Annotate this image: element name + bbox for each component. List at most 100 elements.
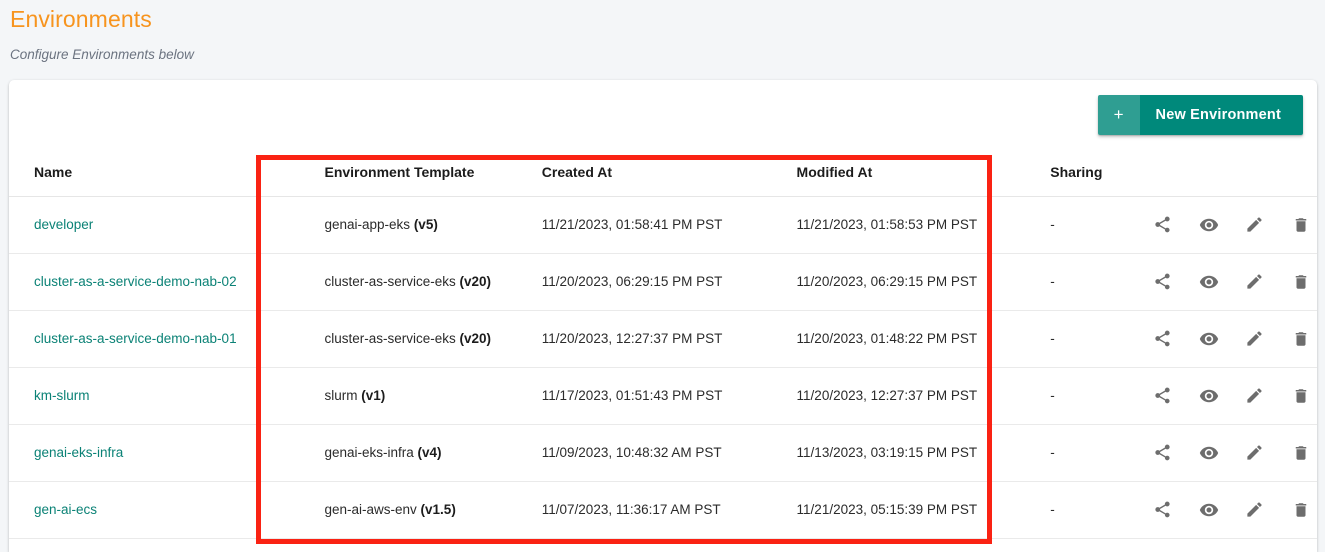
cell-actions: [1144, 196, 1317, 254]
template-version: (v5): [413, 217, 438, 232]
new-environment-button[interactable]: + New Environment: [1097, 95, 1303, 135]
cell-environment-template: genai-eks-infra (v4): [286, 424, 525, 482]
column-header-modified-at[interactable]: Modified At: [779, 148, 1034, 197]
table-row: developer genai-app-eks (v5) 11/21/2023, 0…: [9, 196, 1317, 254]
environment-link[interactable]: gen-ai-ecs: [34, 502, 97, 517]
trash-icon[interactable]: [1289, 327, 1313, 351]
cell-sharing: -: [1033, 310, 1145, 368]
cell-sharing: -: [1033, 481, 1145, 539]
cell-name: km-slurm: [9, 367, 287, 425]
new-environment-label: New Environment: [1139, 95, 1303, 135]
cell-created-at: 11/07/2023, 11:36:17 AM PST: [524, 481, 780, 539]
environment-link[interactable]: cluster-as-a-service-demo-nab-01: [34, 331, 237, 346]
table-toolbar: + New Environment: [9, 80, 1317, 148]
pencil-icon[interactable]: [1243, 213, 1267, 237]
trash-icon[interactable]: [1289, 270, 1313, 294]
cell-environment-template: cluster-as-service-eks (v20): [286, 253, 525, 311]
cell-name: developer: [9, 196, 287, 254]
pencil-icon[interactable]: [1243, 327, 1267, 351]
cell-modified-at: 11/20/2023, 06:29:15 PM PST: [779, 253, 1034, 311]
cell-created-at: 11/17/2023, 01:51:43 PM PST: [524, 367, 780, 425]
cell-actions: [1144, 424, 1317, 482]
cell-modified-at: 11/21/2023, 01:58:53 PM PST: [779, 196, 1034, 254]
cell-environment-template: cluster-as-service-eks (v20): [286, 310, 525, 368]
share-icon[interactable]: [1151, 327, 1175, 351]
environment-link[interactable]: developer: [34, 217, 93, 232]
template-name: genai-app-eks: [324, 217, 411, 232]
pencil-icon[interactable]: [1243, 498, 1267, 522]
plus-icon: +: [1097, 95, 1140, 135]
environments-table: Name Environment Template Created At Mod…: [9, 148, 1317, 539]
eye-icon[interactable]: [1197, 327, 1221, 351]
row-action-group: [1145, 327, 1317, 351]
template-name: genai-eks-infra: [324, 445, 414, 460]
cell-modified-at: 11/20/2023, 01:48:22 PM PST: [779, 310, 1034, 368]
eye-icon[interactable]: [1197, 213, 1221, 237]
column-header-actions: [1144, 148, 1317, 197]
cell-actions: [1144, 253, 1317, 311]
cell-modified-at: 11/13/2023, 03:19:15 PM PST: [779, 424, 1034, 482]
row-action-group: [1145, 213, 1317, 237]
eye-icon[interactable]: [1197, 384, 1221, 408]
eye-icon[interactable]: [1197, 498, 1221, 522]
cell-created-at: 11/20/2023, 12:27:37 PM PST: [524, 310, 780, 368]
cell-name: cluster-as-a-service-demo-nab-02: [9, 253, 287, 311]
row-action-group: [1145, 384, 1317, 408]
template-version: (v1.5): [420, 502, 456, 517]
cell-environment-template: gen-ai-aws-env (v1.5): [286, 481, 525, 539]
table-row: gen-ai-ecs gen-ai-aws-env (v1.5) 11/07/202…: [9, 481, 1317, 539]
cell-actions: [1144, 310, 1317, 368]
template-version: (v1): [361, 388, 386, 403]
pencil-icon[interactable]: [1243, 441, 1267, 465]
share-icon[interactable]: [1151, 384, 1175, 408]
eye-icon[interactable]: [1197, 441, 1221, 465]
cell-name: genai-eks-infra: [9, 424, 287, 482]
template-name: slurm: [324, 388, 358, 403]
trash-icon[interactable]: [1289, 213, 1313, 237]
table-row: cluster-as-a-service-demo-nab-02 cluster-…: [9, 253, 1317, 311]
table-header: Name Environment Template Created At Mod…: [9, 148, 1317, 197]
page-subtitle: Configure Environments below: [10, 47, 194, 62]
template-name: gen-ai-aws-env: [324, 502, 417, 517]
row-action-group: [1145, 441, 1317, 465]
share-icon[interactable]: [1151, 498, 1175, 522]
environment-link[interactable]: km-slurm: [34, 388, 90, 403]
trash-icon[interactable]: [1289, 384, 1313, 408]
table-header-row: Name Environment Template Created At Mod…: [9, 148, 1317, 197]
cell-modified-at: 11/20/2023, 12:27:37 PM PST: [779, 367, 1034, 425]
template-name: cluster-as-service-eks: [324, 331, 456, 346]
share-icon[interactable]: [1151, 213, 1175, 237]
cell-created-at: 11/21/2023, 01:58:41 PM PST: [524, 196, 780, 254]
table-row: cluster-as-a-service-demo-nab-01 cluster-…: [9, 310, 1317, 368]
table-row: genai-eks-infra genai-eks-infra (v4) 11/09…: [9, 424, 1317, 482]
trash-icon[interactable]: [1289, 498, 1313, 522]
environments-card: + New Environment Name Environment Templ…: [9, 80, 1317, 552]
pencil-icon[interactable]: [1243, 384, 1267, 408]
trash-icon[interactable]: [1289, 441, 1313, 465]
column-header-name[interactable]: Name: [9, 148, 287, 197]
cell-sharing: -: [1033, 196, 1145, 254]
column-header-sharing[interactable]: Sharing: [1033, 148, 1145, 197]
column-header-created-at[interactable]: Created At: [524, 148, 780, 197]
template-version: (v20): [459, 274, 492, 289]
page-title: Environments: [10, 6, 152, 32]
row-action-group: [1145, 498, 1317, 522]
cell-environment-template: slurm (v1): [286, 367, 525, 425]
cell-sharing: -: [1033, 253, 1145, 311]
column-header-template[interactable]: Environment Template: [286, 148, 525, 197]
table-row: km-slurm slurm (v1) 11/17/2023, 01:51:43 P…: [9, 367, 1317, 425]
environment-link[interactable]: genai-eks-infra: [34, 445, 123, 460]
cell-created-at: 11/09/2023, 10:48:32 AM PST: [524, 424, 780, 482]
share-icon[interactable]: [1151, 441, 1175, 465]
cell-name: cluster-as-a-service-demo-nab-01: [9, 310, 287, 368]
cell-name: gen-ai-ecs: [9, 481, 287, 539]
row-action-group: [1145, 270, 1317, 294]
share-icon[interactable]: [1151, 270, 1175, 294]
eye-icon[interactable]: [1197, 270, 1221, 294]
environment-link[interactable]: cluster-as-a-service-demo-nab-02: [34, 274, 237, 289]
cell-modified-at: 11/21/2023, 05:15:39 PM PST: [779, 481, 1034, 539]
template-name: cluster-as-service-eks: [324, 274, 456, 289]
cell-actions: [1144, 481, 1317, 539]
cell-actions: [1144, 367, 1317, 425]
pencil-icon[interactable]: [1243, 270, 1267, 294]
